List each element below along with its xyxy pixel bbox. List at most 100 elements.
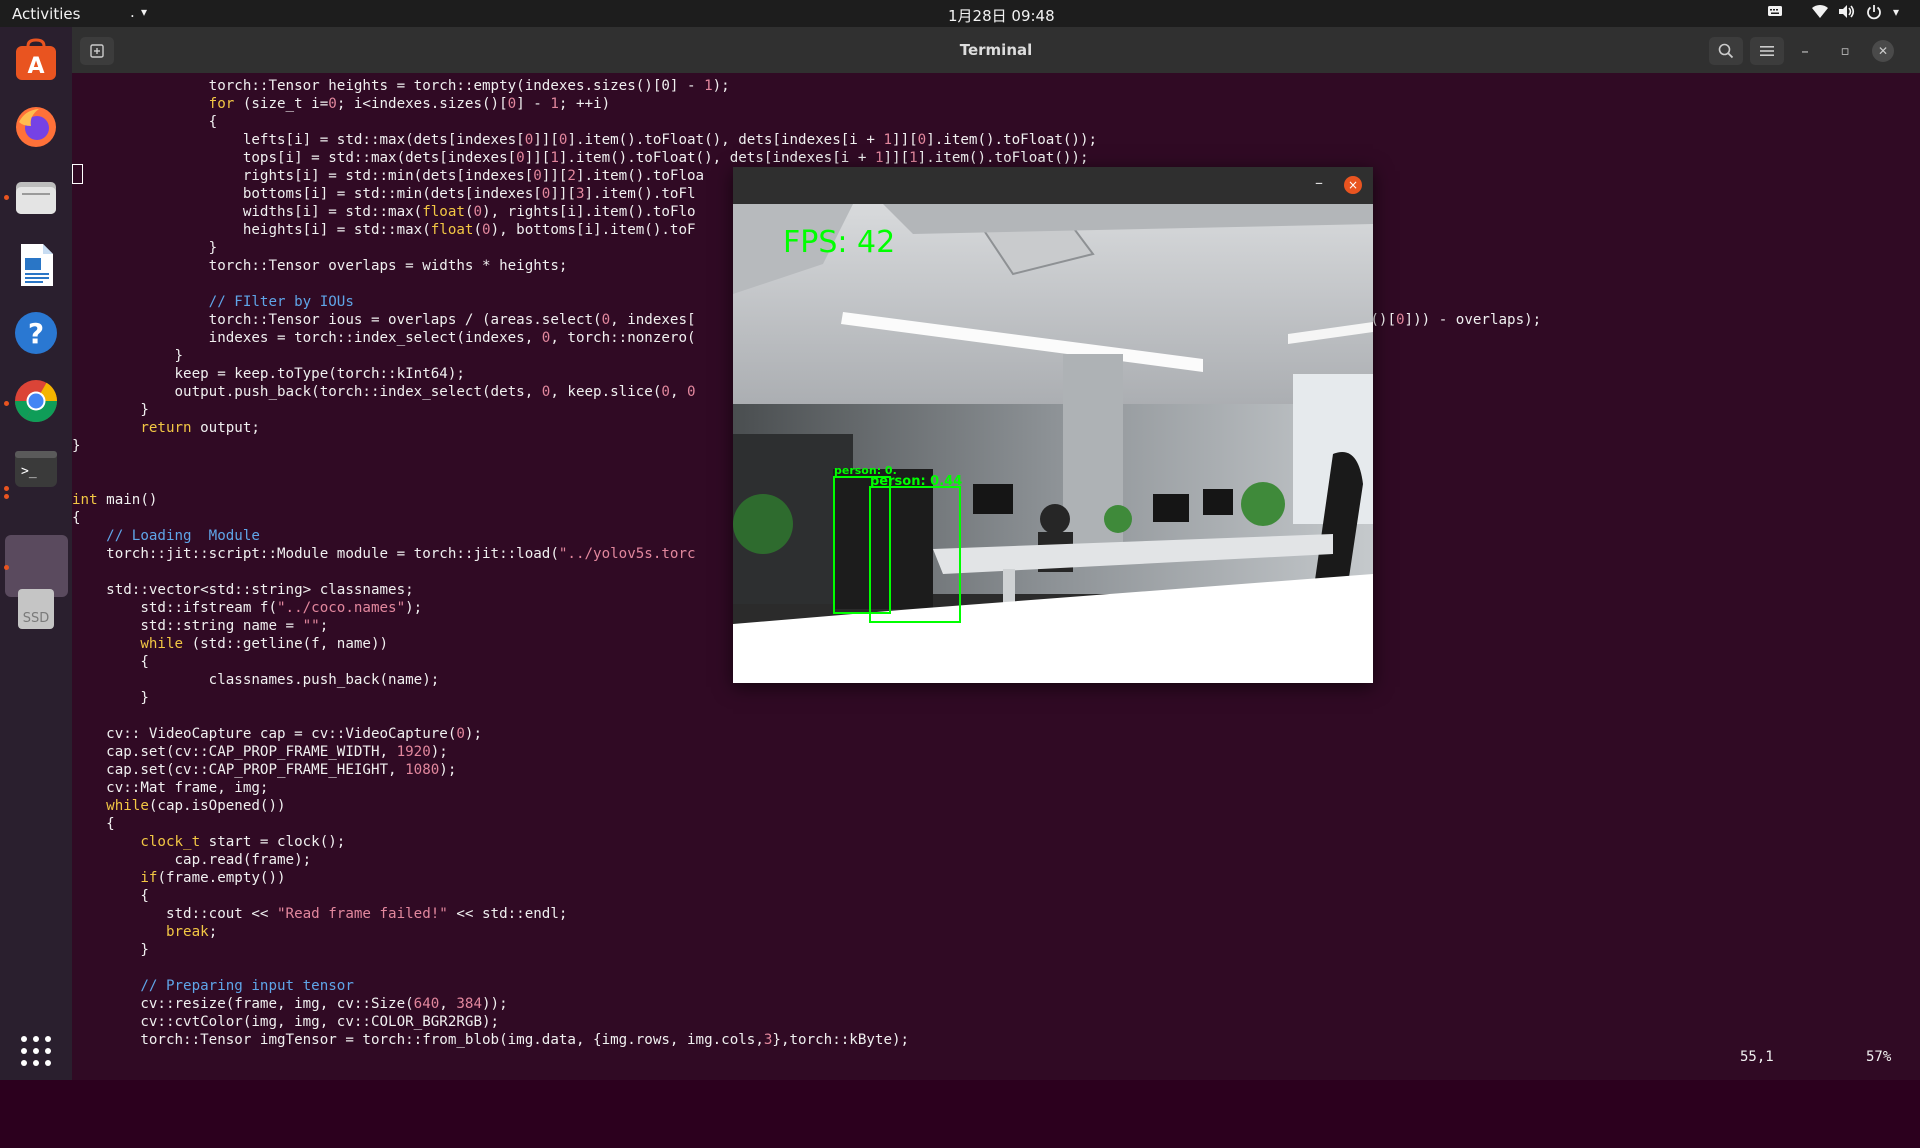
keyboard-icon[interactable]	[1767, 4, 1783, 22]
code-token: 1	[704, 78, 713, 94]
code-token: (size_t i=	[234, 96, 329, 112]
chrome-icon	[14, 380, 58, 423]
code-line: for (size_t i=0; i<indexes.sizes()[0] - …	[72, 95, 1541, 113]
code-token: main()	[97, 492, 158, 508]
code-token: 0	[524, 132, 534, 148]
system-menu-arrow-icon[interactable]: ▾	[1893, 5, 1899, 19]
code-token: torch::Tensor heights = torch::empty(ind…	[72, 78, 705, 94]
wifi-icon[interactable]	[1811, 4, 1829, 23]
code-token: ), rights[i].item().toFlo	[482, 204, 696, 220]
svg-text:A: A	[27, 54, 44, 79]
code-token: tops[i] = std::max(dets[indexes[	[72, 150, 517, 166]
code-token: std::cout <<	[72, 906, 277, 922]
code-token: 0	[687, 384, 696, 400]
camera-frame: FPS: 42 person: 0. person: 0.44	[733, 204, 1373, 683]
camera-window[interactable]: – × FPS: 42 person: 0. person: 0.44	[733, 167, 1373, 683]
dock-item-ssd[interactable]: SSD	[12, 585, 60, 633]
code-line: cv:: VideoCapture cap = cv::VideoCapture…	[72, 725, 1541, 743]
camera-close-button[interactable]: ×	[1344, 176, 1362, 194]
app-menu-arrow-icon[interactable]: ▾	[141, 5, 147, 19]
code-token: ]][	[533, 132, 559, 148]
code-token: std::string name =	[72, 618, 303, 634]
search-button[interactable]	[1709, 37, 1743, 65]
clock[interactable]: 1月28日 09:48	[948, 5, 1055, 26]
code-token: }	[72, 942, 149, 958]
minimize-button[interactable]: –	[1792, 37, 1818, 65]
show-applications-button[interactable]	[12, 1027, 60, 1075]
camera-window-titlebar[interactable]: – ×	[733, 167, 1373, 204]
text-cursor	[72, 164, 83, 184]
code-token: (std::getline(f, name))	[183, 636, 389, 652]
code-token: (	[473, 222, 483, 238]
code-token: (cap.isOpened())	[148, 798, 286, 814]
code-keyword: break	[165, 924, 209, 940]
code-token: 3	[575, 186, 585, 202]
code-token: 0	[917, 132, 927, 148]
app-menu-button[interactable]: .	[130, 3, 135, 21]
code-line: break;	[72, 923, 1541, 941]
code-token: ]][	[541, 168, 568, 184]
dock-item-files[interactable]	[12, 173, 60, 221]
code-line: cap.set(cv::CAP_PROP_FRAME_WIDTH, 1920);	[72, 743, 1541, 761]
files-icon	[16, 182, 56, 214]
code-token: start = clock();	[200, 834, 346, 850]
code-token: 0	[456, 726, 465, 742]
dock-item-chrome[interactable]	[12, 377, 60, 425]
code-line: clock_t start = clock();	[72, 833, 1541, 851]
code-line: {	[72, 815, 1541, 833]
code-token: torch::Tensor overlaps = widths * height…	[72, 258, 568, 274]
code-line: tops[i] = std::max(dets[indexes[0]][1].i…	[72, 149, 1541, 167]
activities-button[interactable]: Activities	[12, 5, 80, 23]
camera-minimize-button[interactable]: –	[1315, 173, 1323, 192]
code-line: lefts[i] = std::max(dets[indexes[0]][0].…	[72, 131, 1541, 149]
code-token: 1	[883, 132, 893, 148]
code-string: "../coco.names"	[277, 600, 406, 616]
terminal-icon: >_	[15, 451, 57, 487]
fps-label: FPS: 42	[783, 225, 895, 260]
code-token: output;	[191, 420, 260, 436]
code-token: 1	[550, 150, 559, 166]
code-token: 1920	[396, 744, 431, 760]
maximize-button[interactable]: ▫	[1832, 37, 1858, 65]
code-line: cap.set(cv::CAP_PROP_FRAME_HEIGHT, 1080)…	[72, 761, 1541, 779]
dock-item-help[interactable]: ?	[12, 309, 60, 357]
code-line: torch::Tensor imgTensor = torch::from_bl…	[72, 1031, 1541, 1049]
code-token: cv::resize(frame, img, cv::Size(	[72, 996, 414, 1012]
code-token: }	[72, 402, 149, 418]
software-store-icon: A	[16, 38, 56, 80]
menu-button[interactable]	[1750, 37, 1784, 65]
dock-item-writer[interactable]	[12, 241, 60, 289]
dock-item-firefox[interactable]	[12, 103, 60, 151]
dock-item-terminal[interactable]: >_	[12, 445, 60, 493]
grid-icon	[21, 1036, 51, 1066]
code-token: ));	[482, 996, 508, 1012]
power-icon[interactable]	[1866, 4, 1882, 24]
code-token: cv:: VideoCapture cap = cv::VideoCapture…	[72, 726, 457, 742]
code-line: // Preparing input tensor	[72, 977, 1541, 995]
close-button[interactable]: ✕	[1872, 40, 1894, 62]
code-token: 0	[507, 96, 517, 112]
code-line: torch::Tensor heights = torch::empty(ind…	[72, 77, 1541, 95]
code-comment: // FIlter by IOUs	[208, 294, 354, 310]
code-token: );	[464, 726, 483, 742]
code-token: ;	[208, 924, 218, 940]
code-token: torch::Tensor ious = overlaps / (areas.s…	[72, 312, 602, 328]
code-token: );	[405, 600, 423, 616]
code-token: , indexes[	[610, 312, 696, 328]
code-token: cap.set(cv::CAP_PROP_FRAME_WIDTH,	[72, 744, 397, 760]
code-token: 0	[482, 222, 491, 238]
code-token: std::vector<std::string> classnames;	[72, 582, 414, 598]
code-token: {	[72, 510, 81, 526]
volume-icon[interactable]	[1838, 4, 1856, 23]
code-token: heights[i] = std::max(	[72, 222, 431, 238]
dock: A ? >_ SSD	[0, 27, 72, 1080]
dock-item-ubuntu-software[interactable]: A	[12, 37, 60, 85]
dock-item-opencv-window[interactable]	[12, 517, 58, 565]
